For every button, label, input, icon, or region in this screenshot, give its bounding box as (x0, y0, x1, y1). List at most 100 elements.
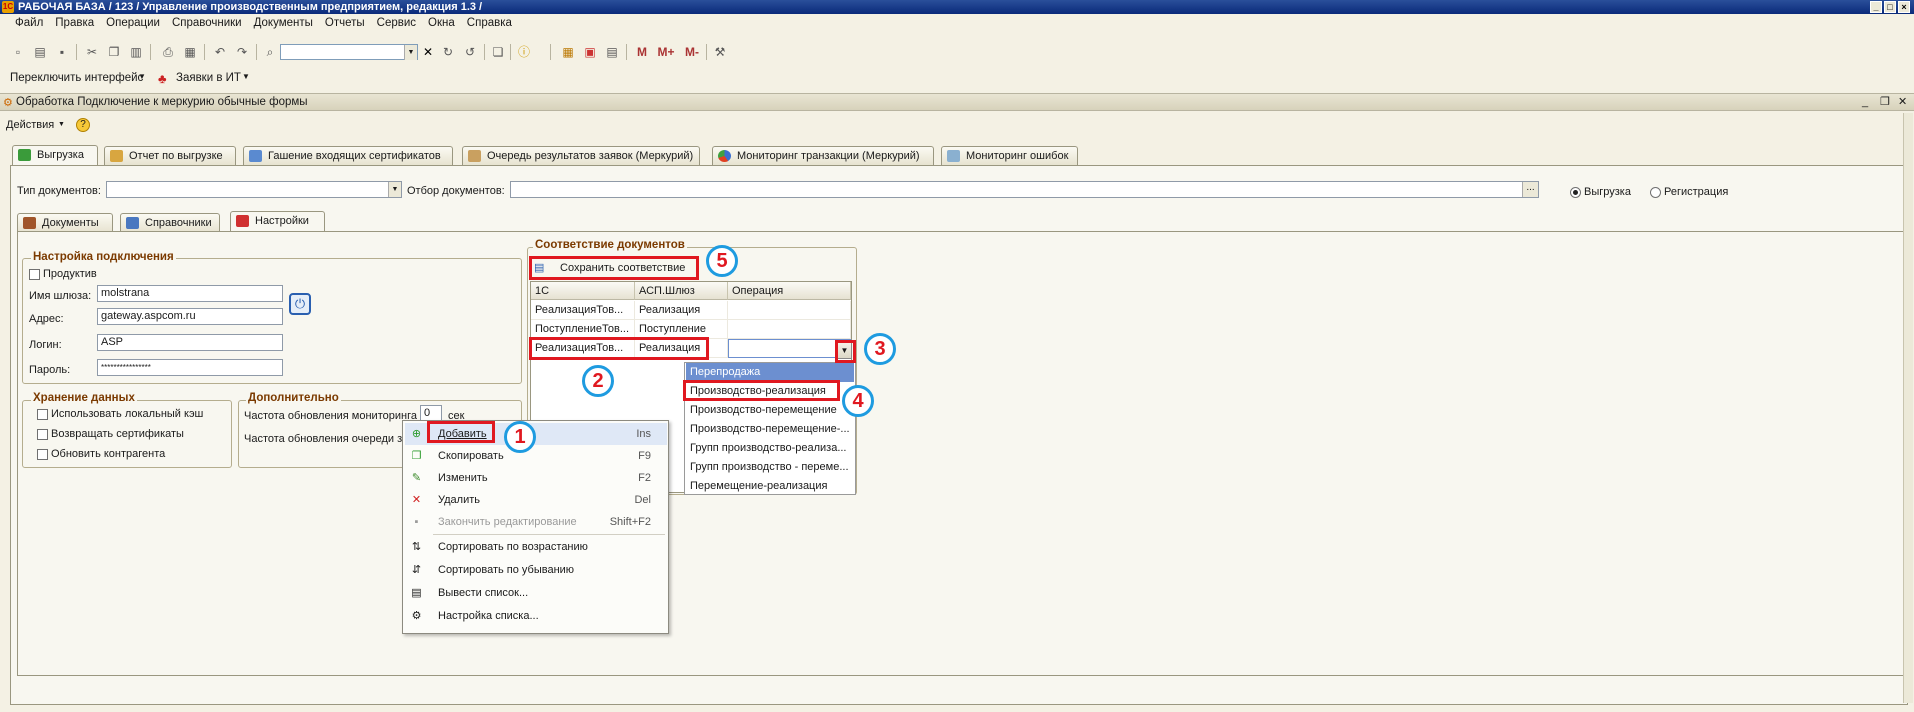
chevron-down-icon: ▼ (138, 72, 146, 81)
storage-title: Хранение данных (31, 392, 137, 404)
minimize-button[interactable]: _ (1870, 1, 1882, 13)
local-cache-label: Использовать локальный кэш (51, 408, 204, 420)
vertical-scrollbar[interactable] (1903, 113, 1913, 703)
dropdown-option[interactable]: Производство-перемещение (686, 401, 854, 420)
document-window-header: ⚙ Обработка Подключение к меркурию обычн… (0, 93, 1914, 111)
chevron-down-icon: ▼ (58, 121, 65, 128)
doc-type-select[interactable]: ▼ (106, 181, 402, 198)
column-header-operation[interactable]: Операция (728, 282, 851, 300)
processing-icon: ⚙ (3, 97, 13, 109)
report-icon (110, 150, 123, 162)
memory-minus-icon[interactable]: M- (680, 44, 704, 60)
subtab-settings[interactable]: Настройки (230, 211, 325, 232)
calendar-icon[interactable]: ▣ (582, 44, 598, 60)
monitor-icon (947, 150, 960, 162)
dropdown-option[interactable]: Групп производство-реализа... (686, 439, 854, 458)
menu-windows[interactable]: Окна (423, 17, 460, 29)
callout-2: 2 (582, 365, 614, 397)
column-header-1c[interactable]: 1С (531, 282, 635, 300)
menu-help[interactable]: Справка (462, 17, 517, 29)
tab-upload-report[interactable]: Отчет по выгрузке (104, 146, 236, 165)
table-cell[interactable]: РеализацияТов... (531, 301, 635, 320)
operation-edit-input[interactable] (728, 339, 851, 358)
address-input[interactable]: gateway.aspcom.ru (97, 308, 283, 325)
freq-queue-label: Частота обновления очереди за (244, 433, 409, 445)
tab-upload[interactable]: Выгрузка (12, 145, 98, 166)
login-input[interactable]: ASP (97, 334, 283, 351)
switch-interface-button[interactable]: Переключить интерфейс (10, 72, 143, 84)
menu-bar: Файл Правка Операции Справочники Докумен… (0, 15, 1914, 31)
menu-item-sort-desc[interactable]: ⇵ Сортировать по убыванию (405, 559, 667, 581)
table-icon[interactable]: ▦ (560, 44, 576, 60)
gateway-input[interactable]: molstrana (97, 285, 283, 302)
menu-item-edit[interactable]: ✎ Изменить F2 (405, 467, 667, 489)
password-input[interactable]: **************** (97, 359, 283, 376)
subtab-catalogs[interactable]: Справочники (120, 213, 220, 232)
return-certs-label: Возвращать сертификаты (51, 428, 184, 440)
catalog-icon (126, 217, 139, 229)
radio-register[interactable] (1650, 187, 1661, 198)
pie-chart-icon (718, 150, 731, 162)
radio-upload-label: Выгрузка (1584, 186, 1631, 198)
tools-icon[interactable]: ⚒ (712, 44, 728, 60)
help-icon[interactable]: ? (76, 118, 90, 132)
return-certs-checkbox[interactable] (37, 429, 48, 440)
column-header-gateway[interactable]: АСП.Шлюз (635, 282, 728, 300)
memory-plus-icon[interactable]: M+ (654, 44, 678, 60)
requests-it-button[interactable]: Заявки в ИТ (176, 72, 241, 84)
menu-item-sort-asc[interactable]: ⇅ Сортировать по возрастанию (405, 536, 667, 558)
menu-item-copy[interactable]: ❐ Скопировать F9 (405, 445, 667, 467)
doc-type-label: Тип документов: (17, 185, 101, 197)
doc-filter-label: Отбор документов: (407, 185, 505, 197)
tab-transaction-monitor[interactable]: Мониторинг транзакции (Меркурий) (712, 146, 934, 165)
filter-select-button[interactable]: ... (1522, 182, 1538, 197)
menu-item-delete[interactable]: ✕ Удалить Del (405, 489, 667, 511)
menu-file[interactable]: Файл (10, 17, 48, 29)
menu-edit[interactable]: Правка (50, 17, 99, 29)
productive-checkbox[interactable] (29, 269, 40, 280)
find-prev-icon[interactable]: ↺ (462, 44, 478, 60)
subtab-documents[interactable]: Документы (17, 213, 113, 232)
close-button[interactable]: × (1898, 1, 1910, 13)
actions-menu[interactable]: Действия (6, 119, 54, 131)
find-next-icon[interactable]: ↻ (440, 44, 456, 60)
queue-icon (468, 150, 481, 162)
chevron-down-icon: ▼ (242, 72, 250, 81)
radio-upload[interactable] (1570, 187, 1581, 198)
doc-minimize-button[interactable]: _ (1862, 96, 1868, 108)
local-cache-checkbox[interactable] (37, 409, 48, 420)
menu-item-print-list[interactable]: ▤ Вывести список... (405, 582, 667, 604)
document-window-title: Обработка Подключение к меркурию обычные… (16, 96, 308, 108)
dropdown-option[interactable]: Производство-перемещение-... (686, 420, 854, 439)
table-cell[interactable] (728, 301, 851, 320)
update-counterparty-checkbox[interactable] (37, 449, 48, 460)
menu-reports[interactable]: Отчеты (320, 17, 370, 29)
highlight-option (683, 380, 840, 401)
windows-icon[interactable]: ❏ (490, 44, 506, 60)
dropdown-option[interactable]: Групп производство - переме... (686, 458, 854, 477)
highlight-dropdown-button (835, 340, 856, 363)
sort-asc-icon: ⇅ (411, 541, 422, 553)
doc-restore-button[interactable]: ❐ (1880, 95, 1890, 108)
memory-icon[interactable]: M (634, 44, 650, 60)
menu-item-list-settings[interactable]: ⚙ Настройка списка... (405, 605, 667, 627)
calculator-icon[interactable]: ▤ (604, 44, 620, 60)
chevron-down-icon[interactable]: ▼ (388, 182, 401, 197)
dropdown-option[interactable]: Перемещение-реализация (686, 477, 854, 496)
menu-catalogs[interactable]: Справочники (167, 17, 247, 29)
highlight-save (529, 256, 699, 280)
doc-close-button[interactable]: ✕ (1898, 95, 1907, 108)
menu-service[interactable]: Сервис (372, 17, 421, 29)
menu-documents[interactable]: Документы (249, 17, 318, 29)
info-icon[interactable]: ⓘ (516, 44, 532, 60)
table-cell[interactable] (728, 320, 851, 339)
table-cell[interactable]: Реализация (635, 301, 728, 320)
menu-item-end-edit[interactable]: ▪ Закончить редактирование Shift+F2 (405, 511, 667, 533)
maximize-button[interactable]: □ (1884, 1, 1896, 13)
menu-operations[interactable]: Операции (101, 17, 165, 29)
doc-filter-input[interactable]: ... (510, 181, 1539, 198)
connect-icon[interactable]: ⏻ (289, 293, 311, 315)
tab-certificates[interactable]: Гашение входящих сертификатов (243, 146, 453, 165)
tab-error-monitor[interactable]: Мониторинг ошибок (941, 146, 1078, 165)
tab-request-queue[interactable]: Очередь результатов заявок (Меркурий) (462, 146, 700, 165)
